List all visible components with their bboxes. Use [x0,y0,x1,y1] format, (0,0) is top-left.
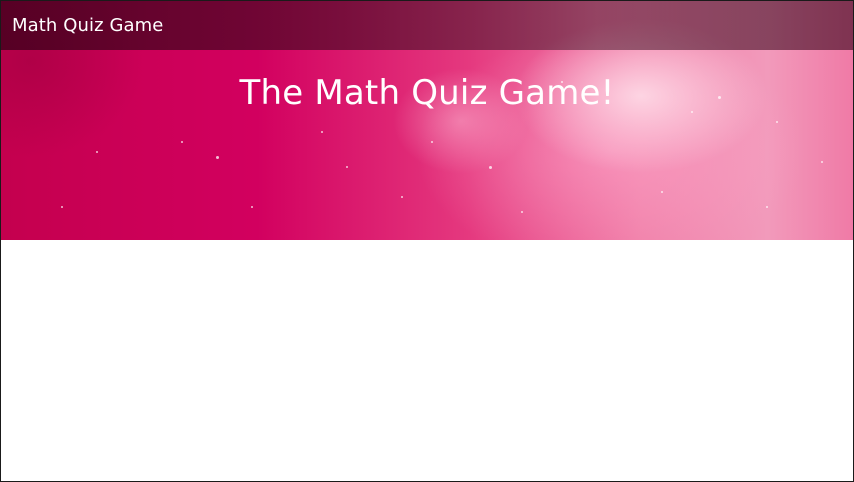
sparkle-decoration [61,206,63,208]
page-title: The Math Quiz Game! [239,73,615,113]
sparkle-decoration [321,131,323,133]
sparkle-decoration [521,211,523,213]
sparkle-decoration [96,151,98,153]
sparkle-decoration [766,206,768,208]
sparkle-decoration [821,161,823,163]
sparkle-decoration [216,156,219,159]
sparkle-decoration [661,191,663,193]
sparkle-decoration [251,206,253,208]
brand-link[interactable]: Math Quiz Game [12,15,163,36]
sparkle-decoration [181,141,183,143]
sparkle-decoration [489,166,492,169]
top-navbar: Math Quiz Game [1,1,853,50]
app-window: Math Quiz Game The Math Quiz Game! [0,0,854,482]
hero-banner: Math Quiz Game The Math Quiz Game! [1,1,853,240]
sparkle-decoration [431,141,433,143]
main-content-area [1,240,853,481]
sparkle-decoration [401,196,403,198]
sparkle-decoration [776,121,778,123]
sparkle-decoration [346,166,348,168]
